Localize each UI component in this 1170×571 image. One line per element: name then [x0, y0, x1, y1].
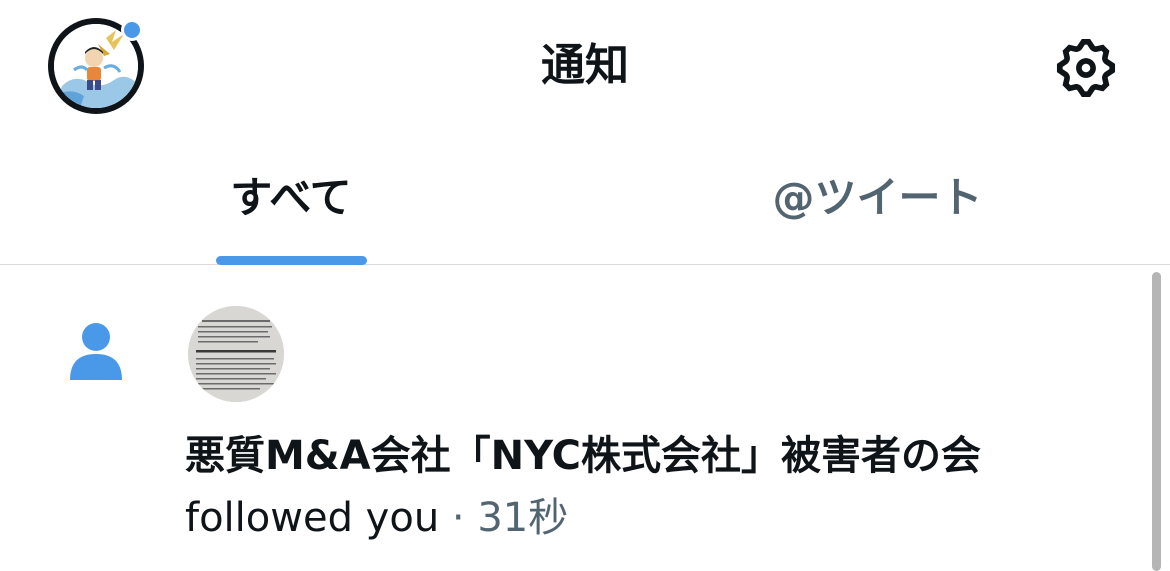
notification-action-line: followed you · 31秒 — [185, 490, 568, 546]
tab-all[interactable]: すべて — [0, 140, 585, 264]
notification-timestamp: 31秒 — [477, 495, 569, 541]
tab-mentions-label: @ツイート — [772, 173, 983, 222]
follower-avatar[interactable] — [188, 306, 284, 402]
notification-action: followed you — [185, 495, 440, 541]
page-title: 通知 — [541, 40, 629, 91]
person-icon — [70, 323, 122, 380]
tab-all-label: すべて — [230, 173, 352, 222]
tab-bar: すべて @ツイート — [0, 140, 1170, 265]
header: 通知 — [0, 0, 1170, 140]
tab-mentions[interactable]: @ツイート — [585, 140, 1170, 264]
notification-item[interactable]: 悪質M&A会社「NYC株式会社」被害者の会 followed you · 31秒 — [0, 266, 1170, 571]
follower-display-name[interactable]: 悪質M&A会社「NYC株式会社」被害者の会 — [185, 428, 981, 484]
active-tab-indicator — [216, 256, 367, 265]
scrollbar[interactable] — [1152, 272, 1161, 571]
gear-icon[interactable] — [1052, 34, 1120, 102]
separator-dot: · — [451, 495, 465, 541]
follower-avatar-image — [188, 306, 284, 402]
